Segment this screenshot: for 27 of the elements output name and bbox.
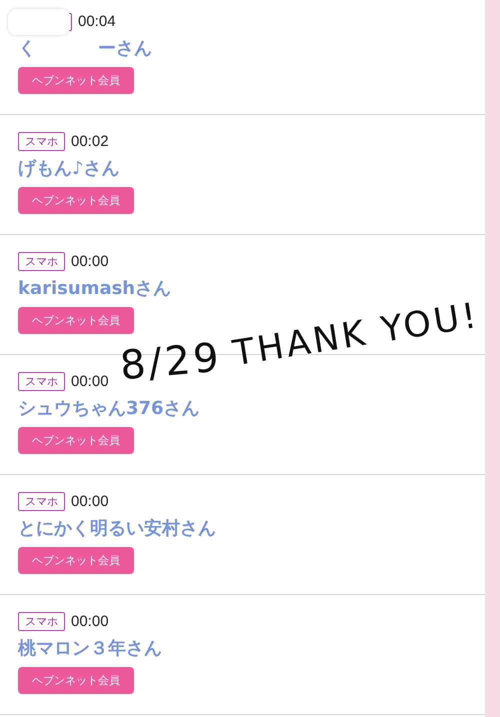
device-tag: スマホ [18, 372, 65, 391]
visitor-name: とにかく明るい安村さん [18, 517, 217, 541]
device-tag: スマホ [18, 612, 65, 631]
device-tag: スマホ [18, 492, 65, 511]
visit-time: 00:02 [71, 133, 109, 150]
member-button[interactable]: ヘブンネット会員 [18, 667, 134, 694]
device-tag: スマホ [18, 132, 65, 151]
visit-time: 00:00 [71, 613, 109, 630]
member-button[interactable]: ヘブンネット会員 [18, 187, 134, 214]
visit-time: 00:00 [71, 373, 109, 390]
visitor-name: げもん♪さん [18, 157, 120, 181]
visit-time: 00:04 [78, 13, 116, 30]
visitor-name: 桃マロン３年さん [18, 637, 163, 661]
visitor-name: ーさん [98, 37, 152, 61]
visitor-name: karisumashさん [18, 277, 172, 301]
member-button[interactable]: ヘブンネット会員 [18, 427, 134, 454]
member-button[interactable]: ヘブンネット会員 [18, 547, 134, 574]
visit-time: 00:00 [71, 253, 109, 270]
device-tag: スマホ [18, 252, 65, 271]
handwritten-date: 8/29 [118, 338, 224, 386]
cover-patch [8, 9, 70, 35]
visitor-name: く [18, 37, 36, 61]
member-button[interactable]: ヘブンネット会員 [18, 307, 134, 334]
handwritten-caption: THANK YOU! [230, 298, 482, 372]
visit-time: 00:00 [71, 493, 109, 510]
visitor-name: シュウちゃん376さん [18, 397, 201, 421]
member-button[interactable]: ヘブンネット会員 [18, 67, 134, 94]
